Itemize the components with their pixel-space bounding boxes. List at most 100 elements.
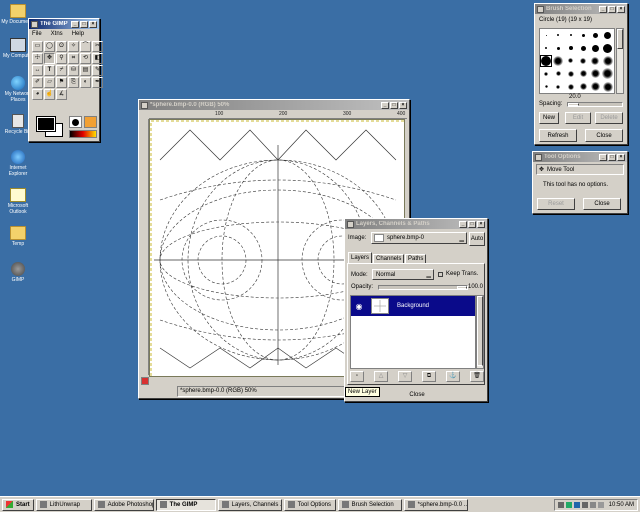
brush-cell[interactable] — [565, 67, 577, 80]
raise-layer-icon[interactable]: △ — [374, 371, 388, 382]
minimize-button[interactable]: _ — [459, 220, 467, 228]
desktop-icon[interactable]: Microsoft Outlook — [0, 188, 36, 215]
brush-cell[interactable] — [602, 67, 614, 80]
lasso-tool-icon[interactable]: ʘ — [56, 41, 67, 52]
image-select-dropdown[interactable]: sphere.bmp-0 ▁ — [371, 232, 467, 244]
tab-layers[interactable]: Layers — [348, 252, 373, 263]
layers-title-bar[interactable]: Layers, Channels & Paths _ □ × — [345, 219, 487, 229]
close-button[interactable]: × — [477, 220, 485, 228]
pencil-tool-icon[interactable]: ✎ — [92, 65, 103, 76]
airbrush-tool-icon[interactable]: ⚑ — [56, 77, 67, 88]
auto-button[interactable]: Auto — [469, 232, 485, 246]
delete-brush-button[interactable]: Delete — [595, 112, 623, 124]
brush-cell[interactable] — [540, 80, 552, 93]
edit-brush-button[interactable]: Edit — [565, 112, 591, 124]
brush-cell[interactable] — [552, 42, 564, 55]
brush-cell[interactable] — [540, 67, 552, 80]
eraser-tool-icon[interactable]: ▱ — [44, 77, 55, 88]
foreground-color[interactable] — [36, 116, 56, 132]
minimize-button[interactable]: _ — [599, 153, 607, 161]
brush-cell[interactable] — [602, 42, 614, 55]
brush-cell[interactable] — [589, 67, 601, 80]
dodge-tool-icon[interactable]: ◕ — [32, 89, 43, 100]
brush-cell[interactable] — [602, 80, 614, 93]
close-button[interactable]: × — [399, 101, 407, 109]
brush-cell[interactable] — [565, 55, 577, 68]
brush-cell[interactable] — [552, 29, 564, 42]
brush-cell[interactable] — [577, 42, 589, 55]
brush-cell[interactable] — [589, 80, 601, 93]
brush-cell[interactable] — [552, 80, 564, 93]
tray-icon[interactable] — [573, 501, 580, 508]
brush-title-bar[interactable]: Brush Selection _ □ × — [535, 4, 627, 14]
toolbox-title-bar[interactable]: The GIMP _ □ × — [29, 19, 99, 29]
eye-visibility-icon[interactable]: ◉ — [351, 302, 367, 311]
duplicate-layer-icon[interactable]: ⧉ — [422, 371, 436, 382]
layer-row-background[interactable]: ◉ Background — [351, 296, 475, 316]
taskbar-item[interactable]: Brush Selection — [337, 498, 402, 511]
lower-layer-icon[interactable]: ▽ — [398, 371, 412, 382]
taskbar-item[interactable]: *sphere.bmp-0.0 ... — [403, 498, 468, 511]
transform-tool-icon[interactable]: ⟲ — [80, 53, 91, 64]
rect-select-tool-icon[interactable]: ▭ — [32, 41, 43, 52]
ink-tool-icon[interactable]: ✒ — [92, 77, 103, 88]
tray-icon[interactable] — [557, 501, 564, 508]
horizontal-ruler[interactable]: 100 200 300 400 — [149, 111, 407, 119]
image-title-bar[interactable]: *sphere.bmp-0.0 (RGB) 50% _ □ × — [139, 100, 409, 110]
brush-cell[interactable] — [577, 55, 589, 68]
mode-dropdown[interactable]: Normal ▁ — [372, 269, 434, 280]
taskbar-item[interactable]: The GIMP — [155, 498, 216, 511]
tool-options-window[interactable]: Tool Options _ □ × ✥ Move Tool This tool… — [532, 151, 628, 214]
layers-window[interactable]: Layers, Channels & Paths _ □ × Image: sp… — [344, 218, 488, 402]
keep-trans-checkbox[interactable] — [438, 272, 443, 277]
brush-cell[interactable] — [540, 42, 552, 55]
desktop-icon[interactable]: Internet Explorer — [0, 150, 36, 177]
refresh-button[interactable]: Refresh — [539, 129, 577, 142]
move-tool-icon[interactable]: ☩ — [32, 53, 43, 64]
maximize-button[interactable]: □ — [390, 101, 398, 109]
ellipse-select-tool-icon[interactable]: ◯ — [44, 41, 55, 52]
opacity-slider[interactable] — [378, 285, 468, 290]
pattern-preview[interactable] — [84, 116, 97, 128]
taskbar-item[interactable]: Adobe Photoshop — [93, 498, 154, 511]
tab-paths[interactable]: Paths — [405, 254, 427, 263]
menu-xtns[interactable]: Xtns — [51, 31, 63, 37]
brush-cell[interactable] — [540, 29, 552, 42]
brush-cell[interactable] — [589, 29, 601, 42]
minimize-button[interactable]: _ — [381, 101, 389, 109]
brush-cell[interactable] — [577, 29, 589, 42]
tool-options-title-bar[interactable]: Tool Options _ □ × — [533, 152, 627, 162]
fg-bg-color-swatch[interactable] — [35, 115, 65, 139]
tray-icon[interactable] — [581, 501, 588, 508]
brush-cell[interactable] — [589, 55, 601, 68]
scissors-tool-icon[interactable]: ✂ — [92, 41, 103, 52]
tray-icon[interactable] — [565, 501, 572, 508]
maximize-button[interactable]: □ — [80, 20, 88, 28]
zoom-tool-icon[interactable]: ⚲ — [56, 53, 67, 64]
maximize-button[interactable]: □ — [608, 5, 616, 13]
start-button[interactable]: Start — [2, 498, 34, 511]
tab-channels[interactable]: Channels — [373, 254, 405, 263]
taskbar-item[interactable]: Tool Options — [283, 498, 336, 511]
brush-selection-window[interactable]: Brush Selection _ □ × Circle (19) (19 x … — [534, 3, 628, 145]
taskbar-item[interactable]: LithUnwrap — [35, 498, 92, 511]
close-button[interactable]: × — [617, 5, 625, 13]
desktop-icon[interactable]: GIMP — [0, 262, 36, 283]
brush-grid[interactable] — [539, 28, 615, 94]
new-layer-icon[interactable]: ▫ — [350, 371, 364, 382]
vertical-ruler[interactable] — [141, 119, 149, 375]
volume-icon[interactable] — [597, 501, 604, 508]
brush-cell[interactable] — [565, 29, 577, 42]
brush-scrollbar[interactable] — [616, 28, 624, 94]
brush-cell[interactable] — [577, 80, 589, 93]
brush-cell[interactable] — [540, 54, 553, 68]
menu-help[interactable]: Help — [72, 31, 84, 37]
close-button[interactable]: × — [617, 153, 625, 161]
desktop-icon[interactable]: Temp — [0, 226, 36, 247]
brush-cell[interactable] — [565, 42, 577, 55]
fuzzy-select-tool-icon[interactable]: ✧ — [68, 41, 79, 52]
measure-tool-icon[interactable]: ∡ — [56, 89, 67, 100]
layers-scrollbar[interactable] — [476, 295, 484, 369]
convolve-tool-icon[interactable]: ◐ — [80, 77, 91, 88]
brush-cell[interactable] — [602, 55, 614, 68]
